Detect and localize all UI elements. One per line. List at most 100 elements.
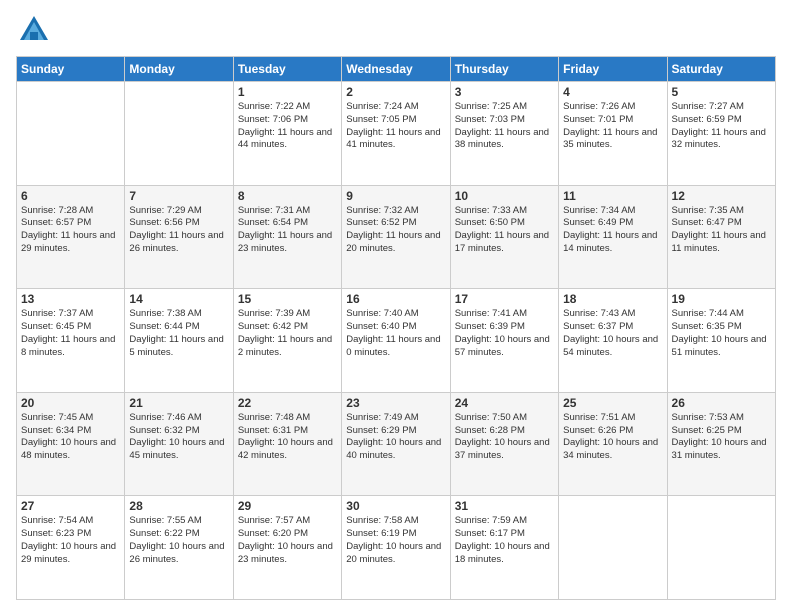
day-number: 18: [563, 292, 662, 306]
calendar-cell: 15 Sunrise: 7:39 AM Sunset: 6:42 PM Dayli…: [233, 289, 341, 393]
day-number: 16: [346, 292, 445, 306]
day-info: Sunrise: 7:59 AM Sunset: 6:17 PM Dayligh…: [455, 515, 554, 566]
day-info: Sunrise: 7:37 AM Sunset: 6:45 PM Dayligh…: [21, 308, 120, 359]
day-info: Sunrise: 7:57 AM Sunset: 6:20 PM Dayligh…: [238, 515, 337, 566]
calendar-week-5: 27 Sunrise: 7:54 AM Sunset: 6:23 PM Dayli…: [17, 496, 776, 600]
day-number: 22: [238, 396, 337, 410]
day-number: 3: [455, 85, 554, 99]
calendar-cell: 19 Sunrise: 7:44 AM Sunset: 6:35 PM Dayli…: [667, 289, 775, 393]
day-number: 21: [129, 396, 228, 410]
day-number: 26: [672, 396, 771, 410]
day-number: 1: [238, 85, 337, 99]
day-info: Sunrise: 7:53 AM Sunset: 6:25 PM Dayligh…: [672, 412, 771, 463]
day-number: 13: [21, 292, 120, 306]
day-info: Sunrise: 7:33 AM Sunset: 6:50 PM Dayligh…: [455, 205, 554, 256]
calendar-cell: 25 Sunrise: 7:51 AM Sunset: 6:26 PM Dayli…: [559, 392, 667, 496]
calendar-cell: 14 Sunrise: 7:38 AM Sunset: 6:44 PM Dayli…: [125, 289, 233, 393]
day-number: 28: [129, 499, 228, 513]
column-header-tuesday: Tuesday: [233, 57, 341, 82]
calendar-cell: 24Sunrise: 7:50 AM Sunset: 6:28 PM Dayli…: [450, 392, 558, 496]
column-header-saturday: Saturday: [667, 57, 775, 82]
day-info: Sunrise: 7:25 AM Sunset: 7:03 PM Dayligh…: [455, 101, 554, 152]
day-info: Sunrise: 7:54 AM Sunset: 6:23 PM Dayligh…: [21, 515, 120, 566]
day-number: 20: [21, 396, 120, 410]
day-number: 19: [672, 292, 771, 306]
day-number: 9: [346, 189, 445, 203]
day-info: Sunrise: 7:28 AM Sunset: 6:57 PM Dayligh…: [21, 205, 120, 256]
day-info: Sunrise: 7:38 AM Sunset: 6:44 PM Dayligh…: [129, 308, 228, 359]
day-info: Sunrise: 7:32 AM Sunset: 6:52 PM Dayligh…: [346, 205, 445, 256]
calendar-week-3: 13 Sunrise: 7:37 AM Sunset: 6:45 PM Dayli…: [17, 289, 776, 393]
calendar-header-row: SundayMondayTuesdayWednesdayThursdayFrid…: [17, 57, 776, 82]
day-number: 14: [129, 292, 228, 306]
calendar-cell: [667, 496, 775, 600]
day-info: Sunrise: 7:51 AM Sunset: 6:26 PM Dayligh…: [563, 412, 662, 463]
day-info: Sunrise: 7:55 AM Sunset: 6:22 PM Dayligh…: [129, 515, 228, 566]
day-info: Sunrise: 7:49 AM Sunset: 6:29 PM Dayligh…: [346, 412, 445, 463]
column-header-thursday: Thursday: [450, 57, 558, 82]
column-header-monday: Monday: [125, 57, 233, 82]
calendar-week-4: 20 Sunrise: 7:45 AM Sunset: 6:34 PM Dayli…: [17, 392, 776, 496]
day-number: 25: [563, 396, 662, 410]
day-info: Sunrise: 7:26 AM Sunset: 7:01 PM Dayligh…: [563, 101, 662, 152]
day-number: 23: [346, 396, 445, 410]
calendar-cell: 27 Sunrise: 7:54 AM Sunset: 6:23 PM Dayli…: [17, 496, 125, 600]
day-info: Sunrise: 7:48 AM Sunset: 6:31 PM Dayligh…: [238, 412, 337, 463]
day-number: 6: [21, 189, 120, 203]
calendar-cell: [559, 496, 667, 600]
day-number: 2: [346, 85, 445, 99]
calendar-cell: 20 Sunrise: 7:45 AM Sunset: 6:34 PM Dayli…: [17, 392, 125, 496]
calendar-cell: [17, 82, 125, 186]
day-info: Sunrise: 7:43 AM Sunset: 6:37 PM Dayligh…: [563, 308, 662, 359]
day-info: Sunrise: 7:29 AM Sunset: 6:56 PM Dayligh…: [129, 205, 228, 256]
logo: [16, 12, 56, 48]
day-number: 5: [672, 85, 771, 99]
calendar-cell: 6 Sunrise: 7:28 AM Sunset: 6:57 PM Daylig…: [17, 185, 125, 289]
calendar-cell: 9 Sunrise: 7:32 AM Sunset: 6:52 PM Daylig…: [342, 185, 450, 289]
calendar-cell: 7 Sunrise: 7:29 AM Sunset: 6:56 PM Daylig…: [125, 185, 233, 289]
calendar-cell: 30Sunrise: 7:58 AM Sunset: 6:19 PM Dayli…: [342, 496, 450, 600]
calendar-cell: 17 Sunrise: 7:41 AM Sunset: 6:39 PM Dayli…: [450, 289, 558, 393]
column-header-sunday: Sunday: [17, 57, 125, 82]
calendar-table: SundayMondayTuesdayWednesdayThursdayFrid…: [16, 56, 776, 600]
calendar-cell: 13 Sunrise: 7:37 AM Sunset: 6:45 PM Dayli…: [17, 289, 125, 393]
calendar-cell: [125, 82, 233, 186]
day-info: Sunrise: 7:39 AM Sunset: 6:42 PM Dayligh…: [238, 308, 337, 359]
day-info: Sunrise: 7:31 AM Sunset: 6:54 PM Dayligh…: [238, 205, 337, 256]
day-number: 8: [238, 189, 337, 203]
calendar-cell: 11Sunrise: 7:34 AM Sunset: 6:49 PM Dayli…: [559, 185, 667, 289]
calendar-cell: 21Sunrise: 7:46 AM Sunset: 6:32 PM Dayli…: [125, 392, 233, 496]
day-info: Sunrise: 7:22 AM Sunset: 7:06 PM Dayligh…: [238, 101, 337, 152]
day-info: Sunrise: 7:35 AM Sunset: 6:47 PM Dayligh…: [672, 205, 771, 256]
calendar-cell: 1 Sunrise: 7:22 AM Sunset: 7:06 PM Daylig…: [233, 82, 341, 186]
day-number: 10: [455, 189, 554, 203]
calendar-cell: 28 Sunrise: 7:55 AM Sunset: 6:22 PM Dayli…: [125, 496, 233, 600]
logo-icon: [16, 12, 52, 48]
day-number: 4: [563, 85, 662, 99]
calendar-week-1: 1 Sunrise: 7:22 AM Sunset: 7:06 PM Daylig…: [17, 82, 776, 186]
day-info: Sunrise: 7:44 AM Sunset: 6:35 PM Dayligh…: [672, 308, 771, 359]
day-number: 31: [455, 499, 554, 513]
calendar-cell: 12Sunrise: 7:35 AM Sunset: 6:47 PM Dayli…: [667, 185, 775, 289]
day-number: 7: [129, 189, 228, 203]
calendar-cell: 22 Sunrise: 7:48 AM Sunset: 6:31 PM Dayli…: [233, 392, 341, 496]
day-info: Sunrise: 7:41 AM Sunset: 6:39 PM Dayligh…: [455, 308, 554, 359]
calendar-cell: 26 Sunrise: 7:53 AM Sunset: 6:25 PM Dayli…: [667, 392, 775, 496]
calendar-cell: 18 Sunrise: 7:43 AM Sunset: 6:37 PM Dayli…: [559, 289, 667, 393]
day-number: 27: [21, 499, 120, 513]
calendar-cell: 23 Sunrise: 7:49 AM Sunset: 6:29 PM Dayli…: [342, 392, 450, 496]
calendar-cell: 4 Sunrise: 7:26 AM Sunset: 7:01 PM Daylig…: [559, 82, 667, 186]
calendar-cell: 16 Sunrise: 7:40 AM Sunset: 6:40 PM Dayli…: [342, 289, 450, 393]
day-info: Sunrise: 7:45 AM Sunset: 6:34 PM Dayligh…: [21, 412, 120, 463]
day-number: 29: [238, 499, 337, 513]
day-number: 15: [238, 292, 337, 306]
calendar-cell: 31 Sunrise: 7:59 AM Sunset: 6:17 PM Dayli…: [450, 496, 558, 600]
calendar-cell: 10 Sunrise: 7:33 AM Sunset: 6:50 PM Dayli…: [450, 185, 558, 289]
day-info: Sunrise: 7:40 AM Sunset: 6:40 PM Dayligh…: [346, 308, 445, 359]
day-info: Sunrise: 7:24 AM Sunset: 7:05 PM Dayligh…: [346, 101, 445, 152]
day-info: Sunrise: 7:34 AM Sunset: 6:49 PM Dayligh…: [563, 205, 662, 256]
calendar-cell: 3 Sunrise: 7:25 AM Sunset: 7:03 PM Daylig…: [450, 82, 558, 186]
day-number: 17: [455, 292, 554, 306]
calendar-cell: 29 Sunrise: 7:57 AM Sunset: 6:20 PM Dayli…: [233, 496, 341, 600]
day-info: Sunrise: 7:27 AM Sunset: 6:59 PM Dayligh…: [672, 101, 771, 152]
